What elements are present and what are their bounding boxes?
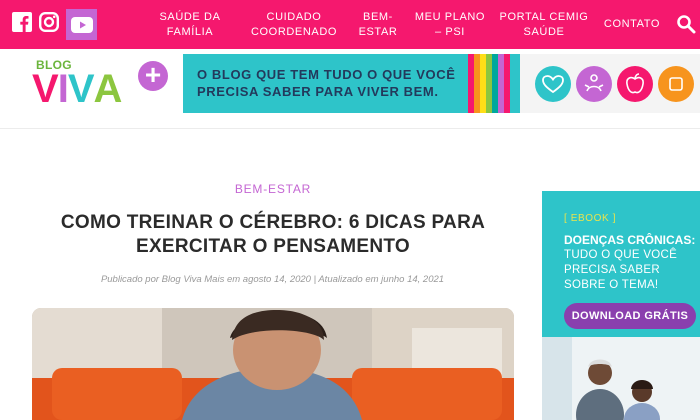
header-icon-circles bbox=[520, 54, 700, 113]
logo-letter-i: I bbox=[57, 67, 69, 111]
logo-plus-icon: + bbox=[138, 61, 168, 91]
nav-label-line2: Coordenado bbox=[250, 25, 338, 38]
nav-label-line1: Meu Plano bbox=[414, 10, 486, 23]
stripe bbox=[504, 54, 510, 113]
nav-label-line1: Cuidado bbox=[266, 10, 322, 23]
instagram-icon[interactable] bbox=[38, 11, 60, 33]
nav-bem-estar[interactable]: Bem- Estar bbox=[352, 0, 404, 49]
logo-viva-text: VIVA bbox=[32, 67, 123, 111]
nav-portal-cemig-saude[interactable]: Portal Cemig Saúde bbox=[498, 0, 590, 49]
banner-color-stripes bbox=[468, 54, 510, 113]
nav-label-line2: Saúde bbox=[523, 25, 565, 38]
nav-label-line2: Família bbox=[166, 25, 214, 38]
facebook-icon[interactable] bbox=[12, 11, 32, 33]
ad-photo bbox=[542, 337, 700, 420]
top-navigation-bar: Saúde da Família Cuidado Coordenado Bem- Es… bbox=[0, 0, 700, 49]
download-button[interactable]: Download Grátis bbox=[564, 303, 696, 329]
article-hero-image bbox=[32, 308, 514, 420]
banner-text: O blog que tem tudo o que você precisa s… bbox=[197, 67, 456, 99]
nav-label-line2: Estar bbox=[358, 25, 398, 38]
article-meta: Publicado por Blog Viva Mais em agosto 1… bbox=[100, 274, 445, 285]
nav-meu-plano-psi[interactable]: Meu Plano – PSI bbox=[412, 0, 488, 49]
logo-letter-v: V bbox=[32, 67, 59, 111]
article-category-link[interactable]: BEM-ESTAR bbox=[228, 182, 318, 196]
header-banner[interactable]: O blog que tem tudo o que você precisa s… bbox=[183, 54, 520, 113]
logo-letter-a: A bbox=[93, 67, 123, 111]
ad-body: Tudo o que você precisa saber sobre o te… bbox=[564, 249, 678, 291]
logo-letter-v2: V bbox=[67, 67, 95, 111]
apple-icon bbox=[617, 66, 653, 102]
meditation-icon bbox=[576, 66, 612, 102]
article-title: Como treinar o cérebro: 6 dicas para exe… bbox=[60, 212, 486, 257]
orange-circle-icon bbox=[658, 66, 694, 102]
ad-tag: [ EBOOK ] bbox=[564, 213, 617, 224]
nav-cuidado-coordenado[interactable]: Cuidado Coordenado bbox=[248, 0, 340, 49]
nav-saude-da-familia[interactable]: Saúde da Família bbox=[150, 0, 230, 49]
nav-label-line1: Portal Cemig bbox=[499, 10, 589, 23]
blog-viva-logo[interactable]: BLOG VIVA + bbox=[30, 55, 170, 115]
ad-title: Doenças Crônicas: bbox=[564, 233, 696, 247]
site-header: BLOG VIVA + O blog que tem tudo o que vo… bbox=[0, 49, 700, 129]
search-icon[interactable] bbox=[676, 14, 698, 34]
nav-label-line2: – PSI bbox=[435, 25, 465, 38]
ebook-ad[interactable]: [ EBOOK ] Doenças Crônicas: Tudo o que v… bbox=[542, 191, 700, 420]
nav-label-line1: Bem- bbox=[363, 10, 393, 23]
nav-contato[interactable]: Contato bbox=[600, 0, 664, 49]
nav-label-line1: Saúde da bbox=[159, 10, 221, 23]
heart-icon bbox=[535, 66, 571, 102]
nav-label-line1: Contato bbox=[603, 18, 661, 30]
youtube-icon[interactable] bbox=[66, 9, 97, 40]
